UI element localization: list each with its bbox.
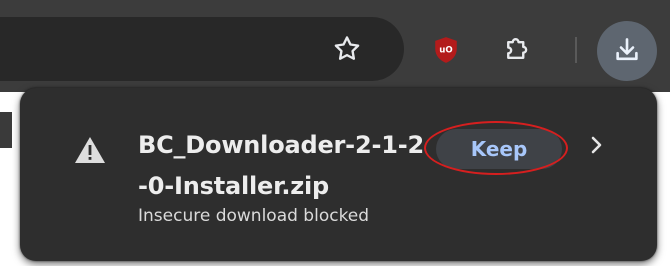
toolbar-divider bbox=[575, 37, 577, 63]
download-file-name: BC_Downloader-2-1-2-0-Installer.zip bbox=[138, 131, 424, 200]
chevron-right-icon[interactable] bbox=[585, 133, 607, 157]
keep-button[interactable]: Keep bbox=[436, 129, 562, 169]
puzzle-piece-icon[interactable] bbox=[502, 34, 532, 64]
screenshot-stage: uO BC_Downloader-2-1-2-0-Installer.zip I… bbox=[0, 0, 670, 266]
background-page-fragment bbox=[0, 112, 12, 148]
star-outline-icon[interactable] bbox=[332, 34, 362, 64]
download-status: Insecure download blocked bbox=[138, 206, 370, 226]
svg-text:uO: uO bbox=[439, 46, 452, 56]
download-arrow-icon bbox=[616, 38, 638, 61]
ublock-origin-icon[interactable]: uO bbox=[433, 36, 459, 64]
warning-triangle-icon bbox=[75, 137, 105, 163]
browser-toolbar: uO bbox=[0, 0, 670, 92]
downloads-button[interactable] bbox=[597, 21, 657, 81]
